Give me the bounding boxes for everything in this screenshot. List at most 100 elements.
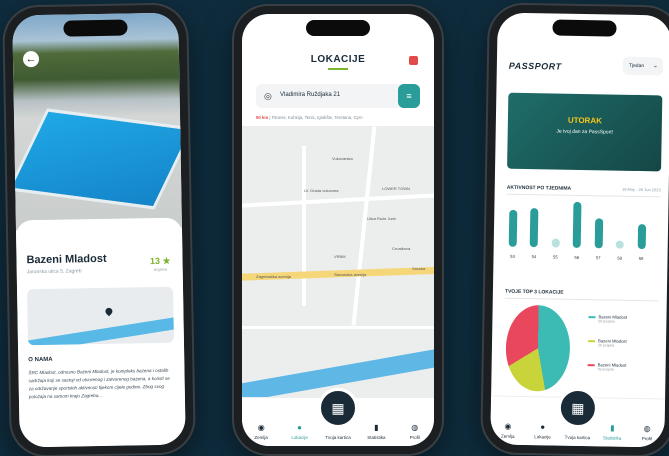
pool-water — [12, 108, 186, 210]
bar-chart-icon: ▮ — [610, 423, 615, 433]
nav-item-kartica[interactable]: Tvoja kartica — [562, 433, 592, 441]
road — [242, 326, 434, 329]
rating-label: ocjena — [153, 266, 168, 273]
map-label: LOWER TOWN — [382, 186, 410, 191]
screen: PASSPORT Tjedan ⌄ UTORAK Je tvoj dan za … — [490, 12, 669, 448]
divider — [506, 193, 661, 198]
rating-value: 13 ★ — [149, 255, 171, 267]
pie-legend: Bazeni Mladost 50 posjeta Bazeni Mladost 20… — [498, 13, 669, 372]
activity-date: 19 May - 26 Jun 2023 — [621, 186, 661, 193]
chart-bar — [615, 240, 624, 249]
legend-item: Bazeni Mladost 35 posjeta — [587, 362, 626, 372]
nav-item-profil[interactable]: ◍ Profil — [400, 423, 430, 440]
map-pin-icon — [103, 306, 114, 317]
nav-label: Tvoja kartica — [325, 435, 351, 440]
map-label: Vukovarska — [332, 156, 353, 161]
map-pin-icon: ● — [297, 423, 302, 432]
about-text: ŠRC Mladost, odnosno Bazeni Mladost, je … — [28, 367, 170, 400]
nav-label: Statistika — [602, 435, 622, 441]
chart-bar — [637, 223, 646, 250]
nav-item-kartica[interactable]: Tvoja kartica — [323, 433, 353, 440]
activity-title: AKTIVNOST PO TJEDNIMA — [506, 184, 572, 192]
river — [27, 315, 174, 346]
chart-bar — [594, 218, 603, 249]
nav-label: Tvoja kartica — [564, 434, 591, 441]
qr-code-button[interactable]: ▦ — [318, 388, 358, 428]
chart-tick-label: 56 — [574, 254, 580, 260]
dynamic-island — [306, 20, 370, 36]
chart-tick-label: 55 — [552, 254, 558, 260]
globe-icon: ◉ — [257, 423, 265, 432]
mini-map[interactable] — [27, 286, 174, 346]
map-pin-icon: ● — [540, 422, 546, 432]
phone-statistics: PASSPORT Tjedan ⌄ UTORAK Je tvoj dan za … — [482, 4, 669, 456]
top3-title: TVOJE TOP 3 LOKACIJE — [504, 288, 564, 296]
nav-label: Zemlja — [500, 433, 515, 439]
nav-label: Statistika — [367, 435, 386, 440]
nav-label: Zemlja — [254, 435, 268, 440]
page-title: LOKACIJE — [310, 54, 366, 65]
map-label: Crnatkova — [392, 246, 411, 251]
location-target-icon: ◎ — [264, 91, 272, 101]
legend-visits: 35 posjeta — [597, 367, 614, 372]
banner-title: UTORAK — [567, 115, 603, 126]
nav-item-statistika[interactable]: ▮ Statistika — [361, 423, 391, 440]
legend-swatch — [588, 340, 596, 343]
location-card: Bazeni Mladost Jarunska ulica 5, Zagreb … — [15, 217, 186, 448]
nav-item-lokacije[interactable]: ● Lokacije — [528, 422, 558, 440]
promo-banner[interactable]: UTORAK Je tvoj dan za PassSport! — [507, 92, 663, 172]
category-list: | Fitness, Kuhinja, Tenis, Igralište, Te… — [269, 115, 363, 120]
bar-chart-icon: ▮ — [374, 423, 379, 432]
grid-icon[interactable] — [409, 56, 418, 65]
divider — [504, 297, 659, 302]
nav-item-zemlja[interactable]: ◉ Zemlja — [246, 423, 276, 440]
nav-label: Lokacije — [534, 434, 551, 440]
chart-bar — [530, 208, 539, 248]
globe-icon: ◉ — [504, 421, 512, 431]
dynamic-island — [63, 19, 128, 37]
road — [351, 126, 377, 326]
map-label: Savska — [412, 266, 426, 271]
nav-item-profil[interactable]: ◍ Profil — [632, 424, 662, 442]
top3-pie-chart — [505, 304, 571, 392]
nav-item-statistika[interactable]: ▮ Statistika — [597, 423, 627, 441]
legend-item: Bazeni Mladost 20 posjeta — [588, 338, 627, 348]
activity-bar-chart: 53 54 55 56 57 58 59 — [505, 199, 660, 262]
nav-label: Profil — [409, 435, 420, 440]
chart-bar — [572, 201, 582, 249]
phone-location-detail: ← Bazeni Mladost Jarunska ulica 5, Zagre… — [4, 4, 194, 456]
screen: ← Bazeni Mladost Jarunska ulica 5, Zagre… — [12, 12, 186, 448]
map-label: Ulica Ruže Jurić — [367, 216, 396, 221]
legend-visits: 50 posjeta — [598, 319, 615, 324]
nav-label: Lokacije — [291, 435, 308, 440]
chart-tick-label: 54 — [531, 254, 537, 260]
chart-bar — [551, 238, 560, 248]
chart-tick-label: 59 — [638, 256, 644, 262]
map-label: Zagrebačka avenija — [256, 274, 291, 279]
legend-item: Bazeni Mladost 50 posjeta — [588, 314, 627, 324]
chart-tick-label: 53 — [510, 253, 515, 259]
nav-label: Profil — [641, 436, 653, 442]
nav-item-lokacije[interactable]: ● Lokacije — [285, 423, 315, 440]
chart-tick-label: 58 — [617, 255, 623, 261]
nav-item-zemlja[interactable]: ◉ Zemlja — [493, 421, 523, 439]
chart-tick-label: 57 — [595, 255, 601, 261]
dropdown-value: Tjedan — [628, 62, 645, 70]
map-label: VRBIK — [334, 254, 347, 259]
legend-swatch — [587, 364, 595, 367]
screen: LOKACIJE ◎ Vladimira Ruždjaka 21 ≡ 50 km… — [242, 14, 434, 446]
legend-visits: 20 posjeta — [597, 343, 615, 348]
phone-locations-map: LOKACIJE ◎ Vladimira Ruždjaka 21 ≡ 50 km… — [234, 6, 442, 454]
filter-button[interactable]: ≡ — [398, 84, 420, 108]
legend-swatch — [588, 316, 596, 319]
pool-photo — [12, 12, 186, 231]
filter-chips[interactable]: 50 km | Fitness, Kuhinja, Tenis, Igrališ… — [256, 115, 424, 120]
map[interactable]: Vukovarska Ul. Grada vukovara LOWER TOWN… — [242, 126, 434, 404]
distance-filter[interactable]: 50 km — [256, 115, 268, 120]
user-icon: ◍ — [411, 423, 419, 432]
user-icon: ◍ — [643, 424, 651, 434]
period-dropdown[interactable]: Tjedan ⌄ — [622, 56, 664, 76]
search-value: Vladimira Ruždjaka 21 — [280, 92, 341, 98]
search-input[interactable]: ◎ Vladimira Ruždjaka 21 ≡ — [256, 84, 420, 108]
map-label: Ul. Grada vukovara — [304, 188, 339, 193]
